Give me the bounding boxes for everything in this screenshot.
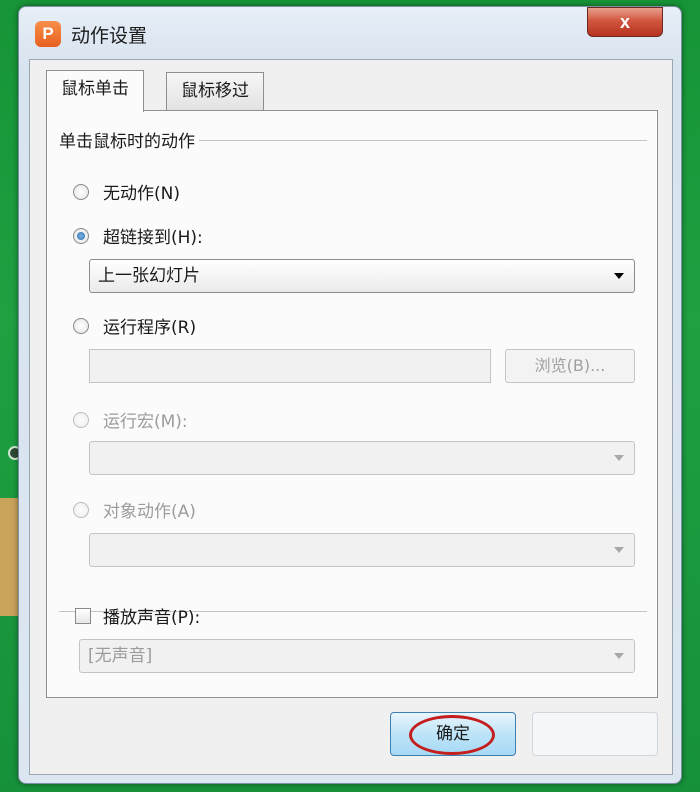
action-settings-dialog: P 动作设置 x 鼠标单击 鼠标移过 单击鼠标时的动作 无动作(N) 超链接到(…: [18, 6, 682, 784]
group-title: 单击鼠标时的动作: [59, 127, 199, 152]
radio-button[interactable]: [73, 183, 89, 200]
highlight-circle: [409, 715, 495, 755]
browse-button: 浏览(B)...: [505, 349, 635, 383]
radio-run-program[interactable]: 运行程序(R): [73, 313, 196, 338]
radio-object-action: 对象动作(A): [73, 497, 196, 522]
tab-panel: 单击鼠标时的动作 无动作(N) 超链接到(H): 上一张幻灯片 运行程序(R) …: [46, 110, 658, 698]
hyperlink-target-select[interactable]: 上一张幻灯片: [89, 259, 635, 293]
play-sound-checkbox-row[interactable]: 播放声音(P):: [75, 603, 200, 628]
radio-label: 无动作(N): [103, 184, 180, 204]
checkbox-label: 播放声音(P):: [103, 608, 201, 628]
dropdown-arrow-icon: [614, 547, 624, 553]
radio-button[interactable]: [73, 317, 89, 334]
dialog-body: 鼠标单击 鼠标移过 单击鼠标时的动作 无动作(N) 超链接到(H): 上一张幻灯…: [29, 59, 673, 775]
play-sound-checkbox[interactable]: [75, 607, 91, 624]
cancel-button[interactable]: [532, 712, 658, 756]
sound-select: [无声音]: [79, 639, 635, 673]
object-action-select: [89, 533, 635, 567]
tab-mouse-over[interactable]: 鼠标移过: [166, 72, 264, 110]
macro-select: [89, 441, 635, 475]
program-path-input: [89, 349, 491, 383]
dropdown-arrow-icon[interactable]: [614, 273, 624, 279]
radio-label: 运行程序(R): [103, 318, 197, 338]
radio-label: 对象动作(A): [103, 502, 196, 522]
radio-label: 运行宏(M):: [103, 412, 188, 432]
radio-hyperlink[interactable]: 超链接到(H):: [73, 223, 203, 248]
close-button[interactable]: x: [587, 7, 663, 37]
select-value: [无声音]: [88, 646, 153, 666]
dropdown-arrow-icon: [614, 455, 624, 461]
radio-run-macro: 运行宏(M):: [73, 407, 188, 432]
radio-label: 超链接到(H):: [103, 228, 203, 248]
dialog-title: 动作设置: [71, 25, 148, 47]
dropdown-arrow-icon: [614, 653, 624, 659]
radio-button: [73, 501, 89, 518]
radio-no-action[interactable]: 无动作(N): [73, 179, 180, 204]
title-bar: P 动作设置 x: [19, 7, 681, 57]
tab-mouse-click[interactable]: 鼠标单击: [46, 70, 144, 112]
select-value: 上一张幻灯片: [98, 266, 200, 286]
radio-button: [73, 411, 89, 428]
wps-presentation-icon: P: [35, 21, 61, 47]
radio-button[interactable]: [73, 227, 89, 244]
